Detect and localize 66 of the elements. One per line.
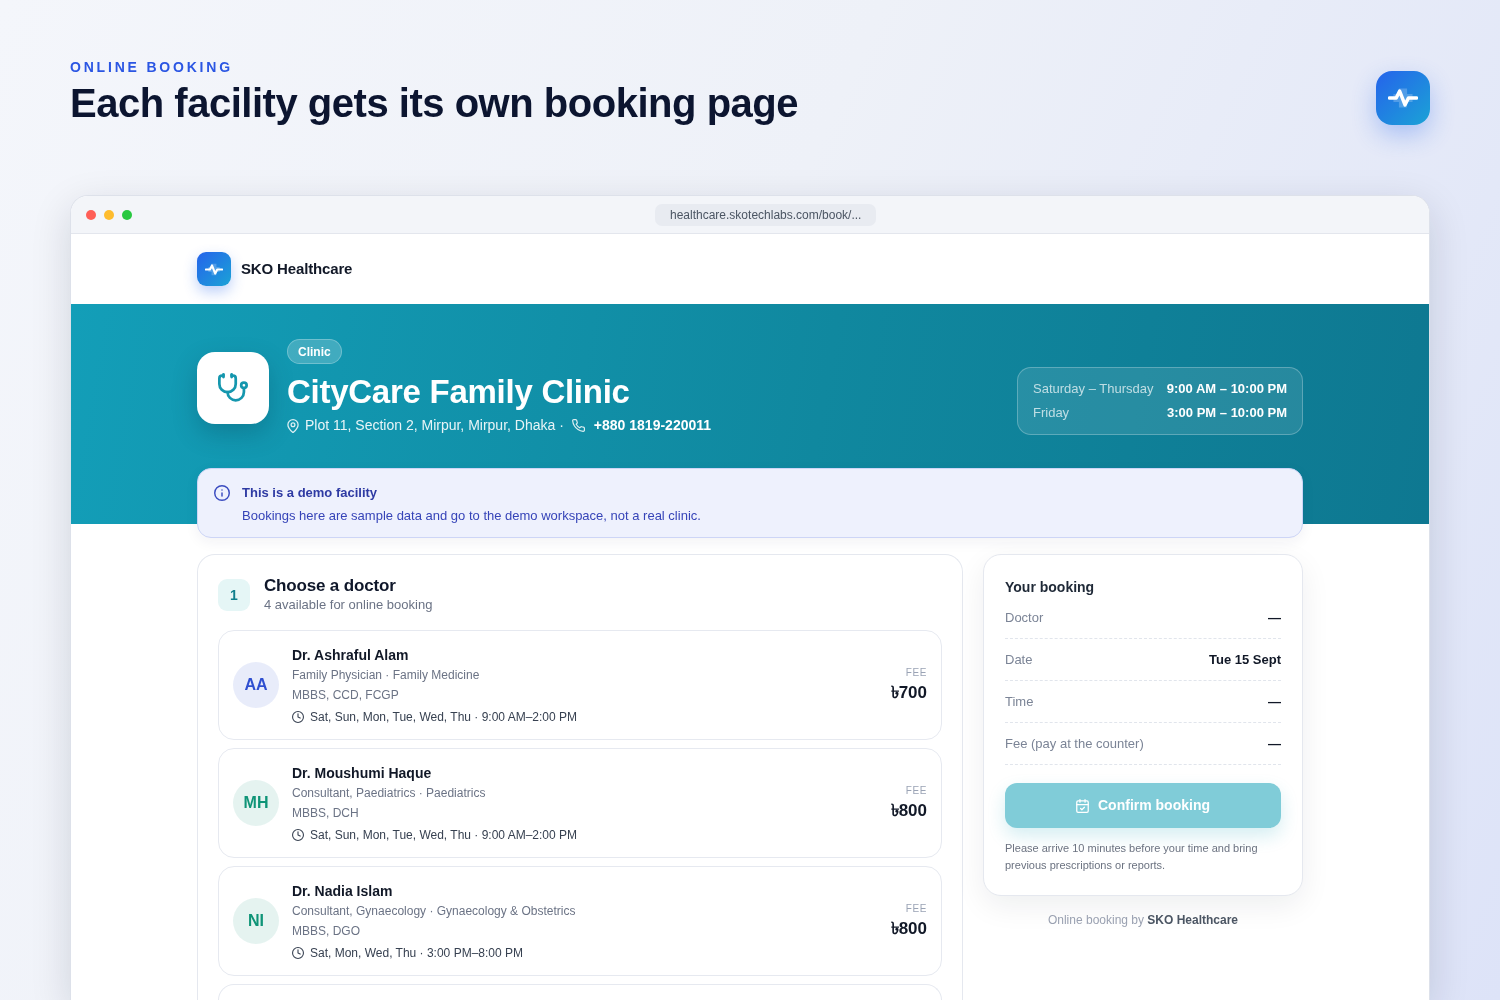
address-text: Plot 11, Section 2, Mirpur, Mirpur, Dhaka · <box>305 416 564 435</box>
doctor-avatar: MH <box>233 780 279 826</box>
doctor-specialty: Consultant, Gynaecology · Gynaecology & Obstetrics <box>292 902 577 920</box>
phone-icon <box>571 419 585 432</box>
doctor-schedule: Sat, Sun, Mon, Tue, Wed, Thu · 9:00 AM–2:00 PM <box>310 708 578 726</box>
facility-type-badge: Clinic <box>287 339 342 364</box>
window-control-icon <box>122 209 132 220</box>
calendar-icon <box>1076 798 1089 813</box>
hours-time: 9:00 AM – 10:00 PM <box>1166 380 1287 398</box>
summary-label: Doctor <box>1005 608 1044 627</box>
fee-label: FEE <box>905 903 927 915</box>
fee-label: FEE <box>905 667 927 679</box>
clock-icon <box>292 946 304 959</box>
doctor-avatar: AA <box>233 662 279 708</box>
doctor-degrees: MBBS, CCD, FCGP <box>292 686 400 704</box>
url-field[interactable]: healthcare.skotechlabs.com/book/... <box>655 204 877 226</box>
info-icon <box>214 485 230 501</box>
fee-amount: ৳800 <box>890 919 927 939</box>
section-title: Choose a doctor <box>264 576 397 596</box>
brand-name[interactable]: SKO Healthcare <box>241 257 353 281</box>
clock-icon <box>292 710 304 723</box>
hours-days: Friday <box>1033 404 1154 422</box>
window-control-icon <box>86 209 96 220</box>
window-control-icon <box>104 209 114 220</box>
doctor-schedule: Sat, Mon, Wed, Thu · 3:00 PM–8:00 PM <box>310 944 523 962</box>
summary-title: Your booking <box>1005 578 1096 597</box>
doctor-card[interactable]: NI Dr. Nadia Islam Consultant, Gynaecology · Gynaecology & Obstetrics MBBS, DGO Sat, Mon, Wed, Thu · 3:00 PM–8:00 PM FEE ৳800 <box>218 866 942 976</box>
hours-days: Saturday – Thursday <box>1033 380 1154 398</box>
hours-time: 3:00 PM – 10:00 PM <box>1166 404 1287 422</box>
pulse-logo-icon <box>1376 71 1430 125</box>
doctor-schedule: Sat, Sun, Mon, Tue, Wed, Thu · 9:00 AM–2:00 PM <box>310 826 578 844</box>
facility-name: CityCare Family Clinic <box>287 372 630 411</box>
fee-label: FEE <box>905 785 927 797</box>
summary-value: Tue 15 Sept <box>1209 650 1281 669</box>
doctor-name: Dr. Moushumi Haque <box>292 763 433 783</box>
step-number: 1 <box>218 579 250 611</box>
phone-number[interactable]: +880 1819-220011 <box>593 415 712 436</box>
doctor-degrees: MBBS, DCH <box>292 804 360 822</box>
eyebrow-text: ONLINE BOOKING <box>70 58 234 76</box>
notice-title: This is a demo facility <box>242 484 379 502</box>
doctor-specialty: Family Physician · Family Medicine <box>292 666 481 684</box>
summary-label: Fee (pay at the counter) <box>1005 734 1144 753</box>
doctor-name: Dr. Nadia Islam <box>292 881 394 901</box>
summary-value: — <box>1268 608 1281 627</box>
location-pin-icon <box>287 418 299 433</box>
doctor-specialty: Consultant, Paediatrics · Paediatrics <box>292 784 487 802</box>
pulse-logo-icon <box>197 252 231 286</box>
clock-icon <box>292 828 304 841</box>
page-title: Each facility gets its own booking page <box>70 80 799 126</box>
section-subtitle: 4 available for online booking <box>264 596 433 614</box>
doctor-card[interactable]: AA Dr. Ashraful Alam Family Physician · Family Medicine MBBS, CCD, FCGP Sat, Sun, Mon, Tue, Wed, Thu · 9:00 AM–2:00 PM FEE ৳700 <box>218 630 942 740</box>
doctor-avatar: NI <box>233 898 279 944</box>
summary-value: — <box>1268 734 1281 753</box>
notice-text: Bookings here are sample data and go to the demo workspace, not a real clinic. <box>242 507 701 525</box>
doctor-card[interactable]: MH Dr. Moushumi Haque Consultant, Paediatrics · Paediatrics MBBS, DCH Sat, Sun, Mon, Tue, Wed, Thu · 9:00 AM–2:00 PM FEE ৳800 <box>218 748 942 858</box>
summary-value: — <box>1268 692 1281 711</box>
fee-amount: ৳700 <box>890 683 927 703</box>
doctor-card[interactable] <box>218 984 942 1000</box>
arrival-note: Please arrive 10 minutes before your time and bring previous prescriptions or reports. <box>1005 841 1259 873</box>
fee-amount: ৳800 <box>890 801 927 821</box>
doctor-degrees: MBBS, DGO <box>292 922 361 940</box>
powered-by-text: Online booking by SKO Healthcare <box>1047 912 1239 929</box>
doctor-name: Dr. Ashraful Alam <box>292 645 410 665</box>
stethoscope-icon <box>197 351 269 424</box>
summary-label: Time <box>1005 692 1034 711</box>
summary-label: Date <box>1005 650 1033 669</box>
